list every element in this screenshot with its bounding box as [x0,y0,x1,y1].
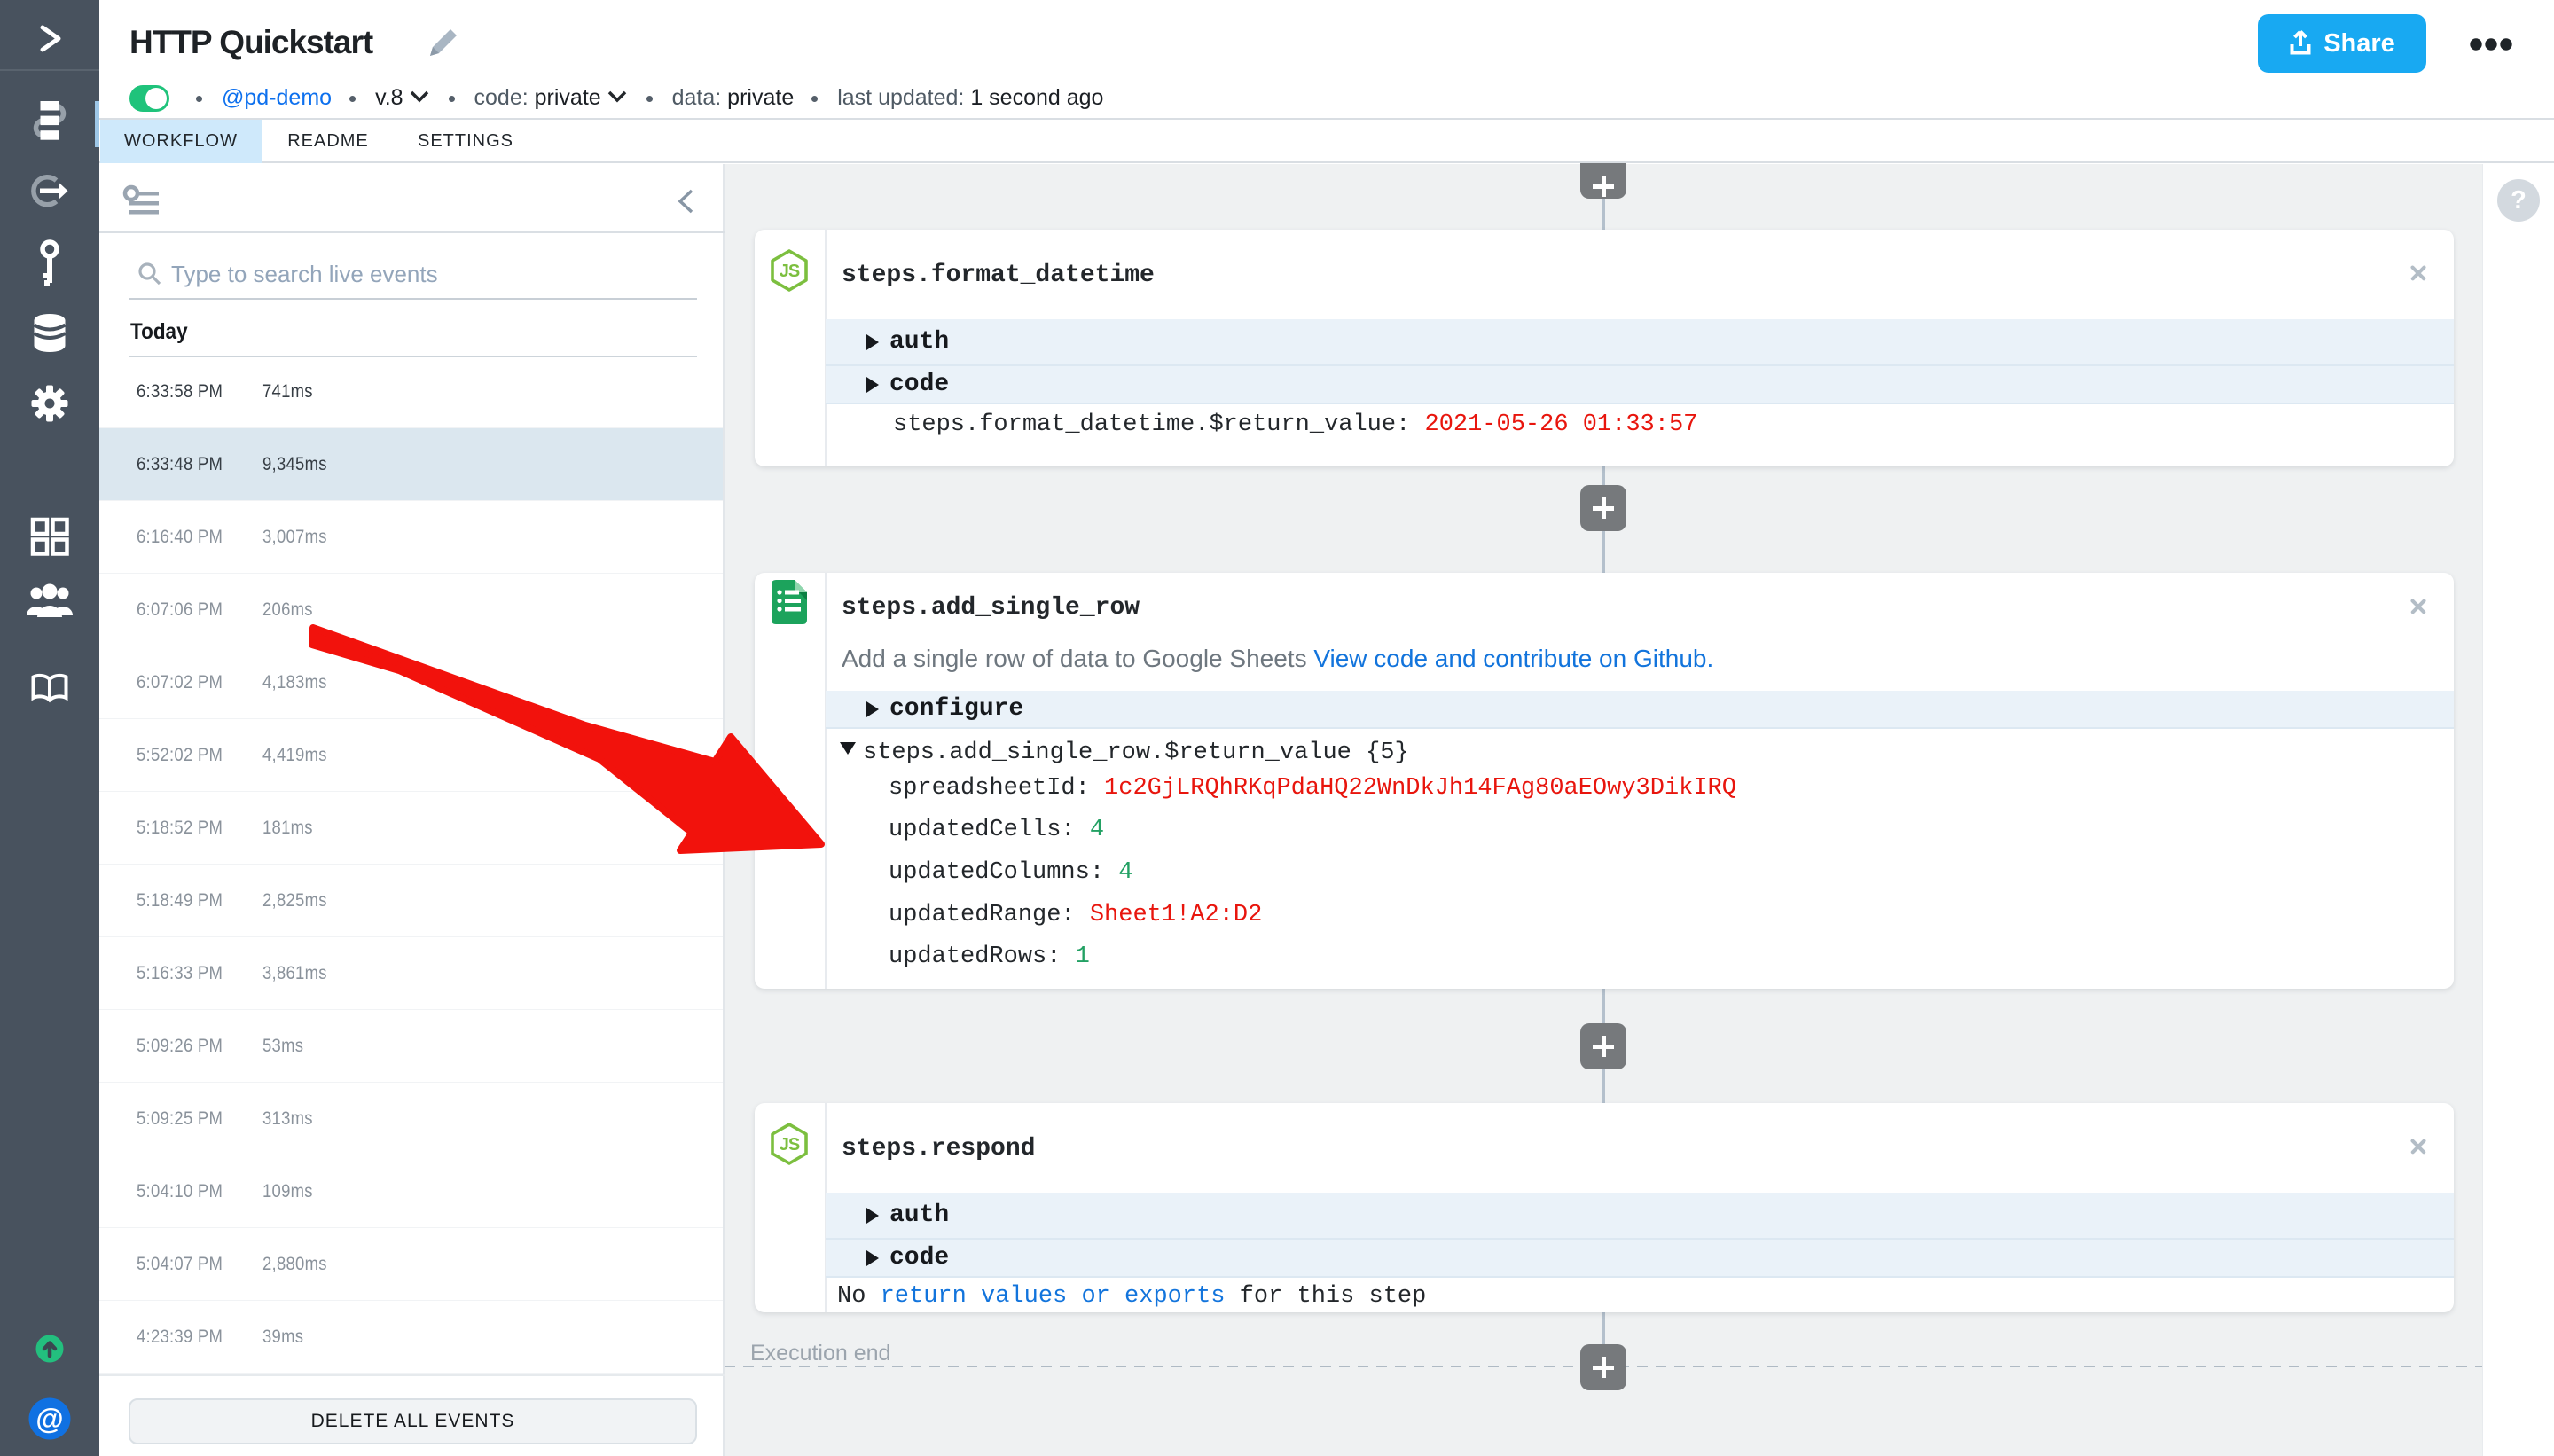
svg-text:JS: JS [780,1135,800,1155]
svg-text:JS: JS [780,262,800,281]
svg-text:@: @ [35,1403,63,1435]
